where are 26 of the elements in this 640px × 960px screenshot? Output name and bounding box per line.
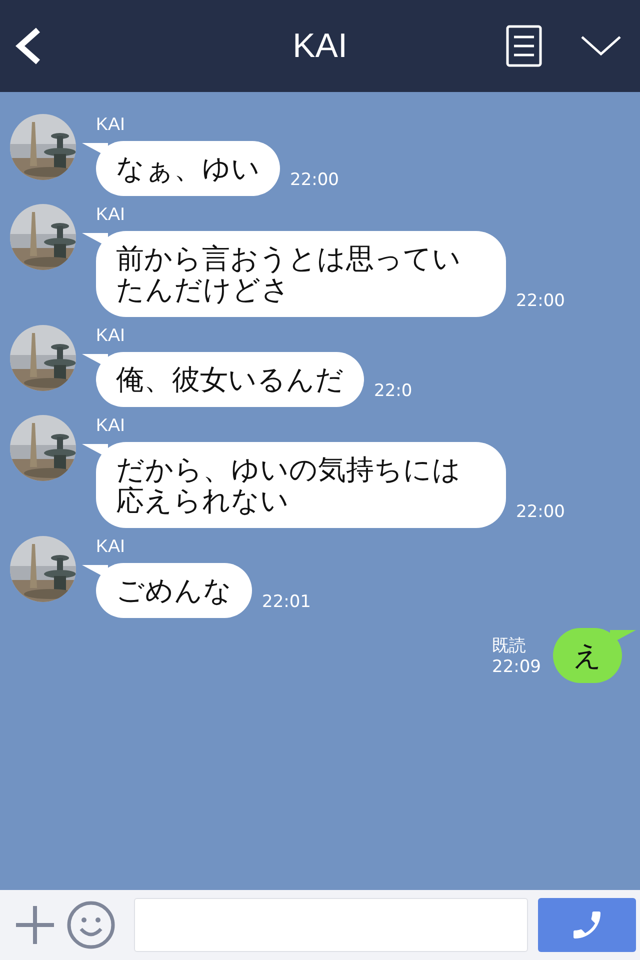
- message-bubble: ごめんな: [96, 563, 252, 618]
- sender-name: KAI: [96, 204, 126, 225]
- message-input[interactable]: [134, 898, 528, 952]
- chevron-down-icon[interactable]: [580, 34, 622, 58]
- read-label: 既読: [492, 635, 527, 657]
- message-time: 22:00: [516, 502, 565, 524]
- back-icon[interactable]: [14, 26, 42, 66]
- message-time: 22:00: [290, 170, 339, 192]
- plus-icon[interactable]: [14, 904, 56, 946]
- sender-name: KAI: [96, 325, 126, 346]
- sender-name: KAI: [96, 114, 126, 135]
- message-bubble: なぁ、ゆい: [96, 141, 280, 196]
- message-time: 22:0: [374, 381, 412, 403]
- message-time: 22:01: [262, 592, 311, 614]
- message-bubble: え: [553, 628, 622, 683]
- message-time: 22:09: [492, 657, 541, 677]
- smiley-icon[interactable]: [66, 900, 116, 950]
- message-time: 22:00: [516, 291, 565, 313]
- message-bubble: 前から言おうとは思っていたんだけどさ: [96, 231, 506, 317]
- call-button[interactable]: [538, 898, 636, 952]
- sender-name: KAI: [96, 536, 126, 557]
- message-bubble: 俺、彼女いるんだ: [96, 352, 364, 407]
- sender-name: KAI: [96, 415, 126, 436]
- chat-title: KAI: [292, 26, 348, 66]
- message-bubble: だから、ゆいの気持ちには応えられない: [96, 442, 506, 528]
- menu-icon[interactable]: [506, 25, 542, 67]
